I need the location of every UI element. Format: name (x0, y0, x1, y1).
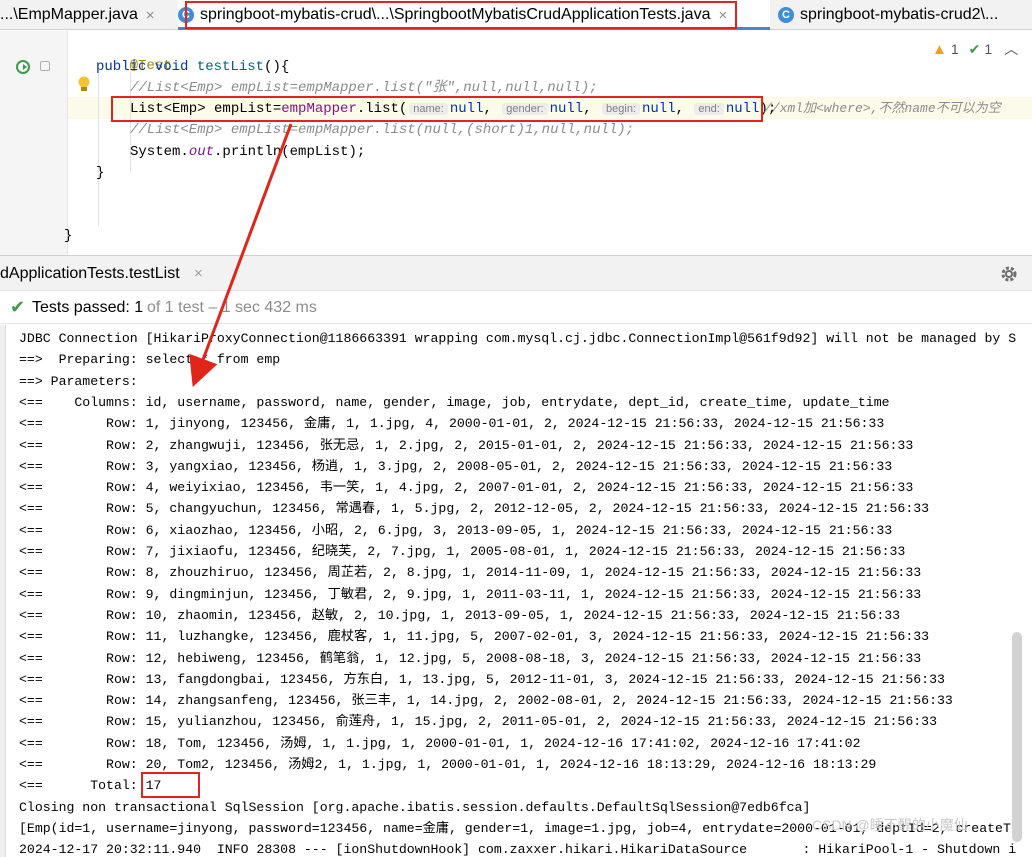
annotation-arrow (189, 123, 293, 388)
